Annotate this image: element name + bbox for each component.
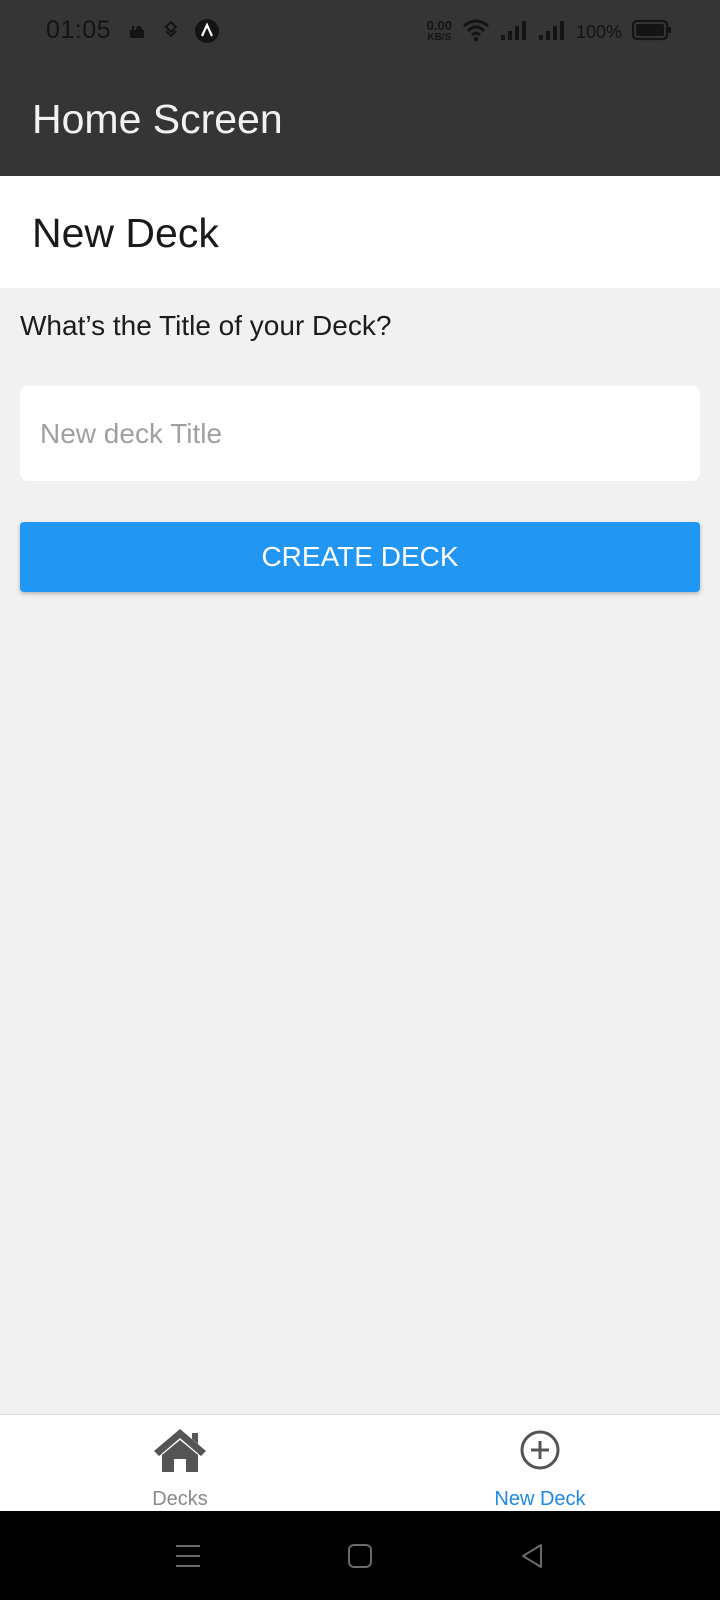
battery-percent: 100% [575,21,622,42]
signal-icon [500,19,528,46]
page-title: New Deck [32,210,219,256]
battery-icon [631,19,672,46]
deck-title-prompt: What’s the Title of your Deck? [20,310,392,341]
status-bar: 01:05 0.00 KB/S 100% [0,0,720,64]
bottom-tab-bar: Decks New Deck [0,1414,720,1511]
status-indicators: 0.00 KB/S 100% [427,14,672,50]
tab-decks-label: Decks [152,1488,208,1510]
vpn-icon [162,20,182,42]
app-bar-title: Home Screen [32,96,283,142]
mosque-icon [128,20,148,42]
net-speed-value: 0.00 [426,18,452,33]
tab-new-deck-label: New Deck [494,1488,586,1510]
back-icon[interactable] [508,1533,556,1579]
system-nav-bar [0,1511,720,1600]
screen-header: New Deck [0,176,720,288]
deck-title-input[interactable] [20,386,700,481]
tab-decks[interactable]: Decks [0,1415,360,1512]
app-bar: Home Screen [0,64,720,176]
plus-circle-icon [519,1429,561,1476]
signal-icon [538,19,566,46]
tab-new-deck[interactable]: New Deck [360,1415,720,1512]
home-icon [152,1427,208,1478]
app-a-icon [194,18,220,44]
menu-icon[interactable] [164,1533,212,1579]
home-nav-icon[interactable] [336,1533,384,1579]
status-time: 01:05 [46,16,112,44]
create-deck-button[interactable]: CREATE DECK [20,522,700,592]
net-speed: 0.00 KB/S [426,18,452,44]
net-speed-unit: KB/S [427,32,452,43]
wifi-icon [462,18,490,47]
